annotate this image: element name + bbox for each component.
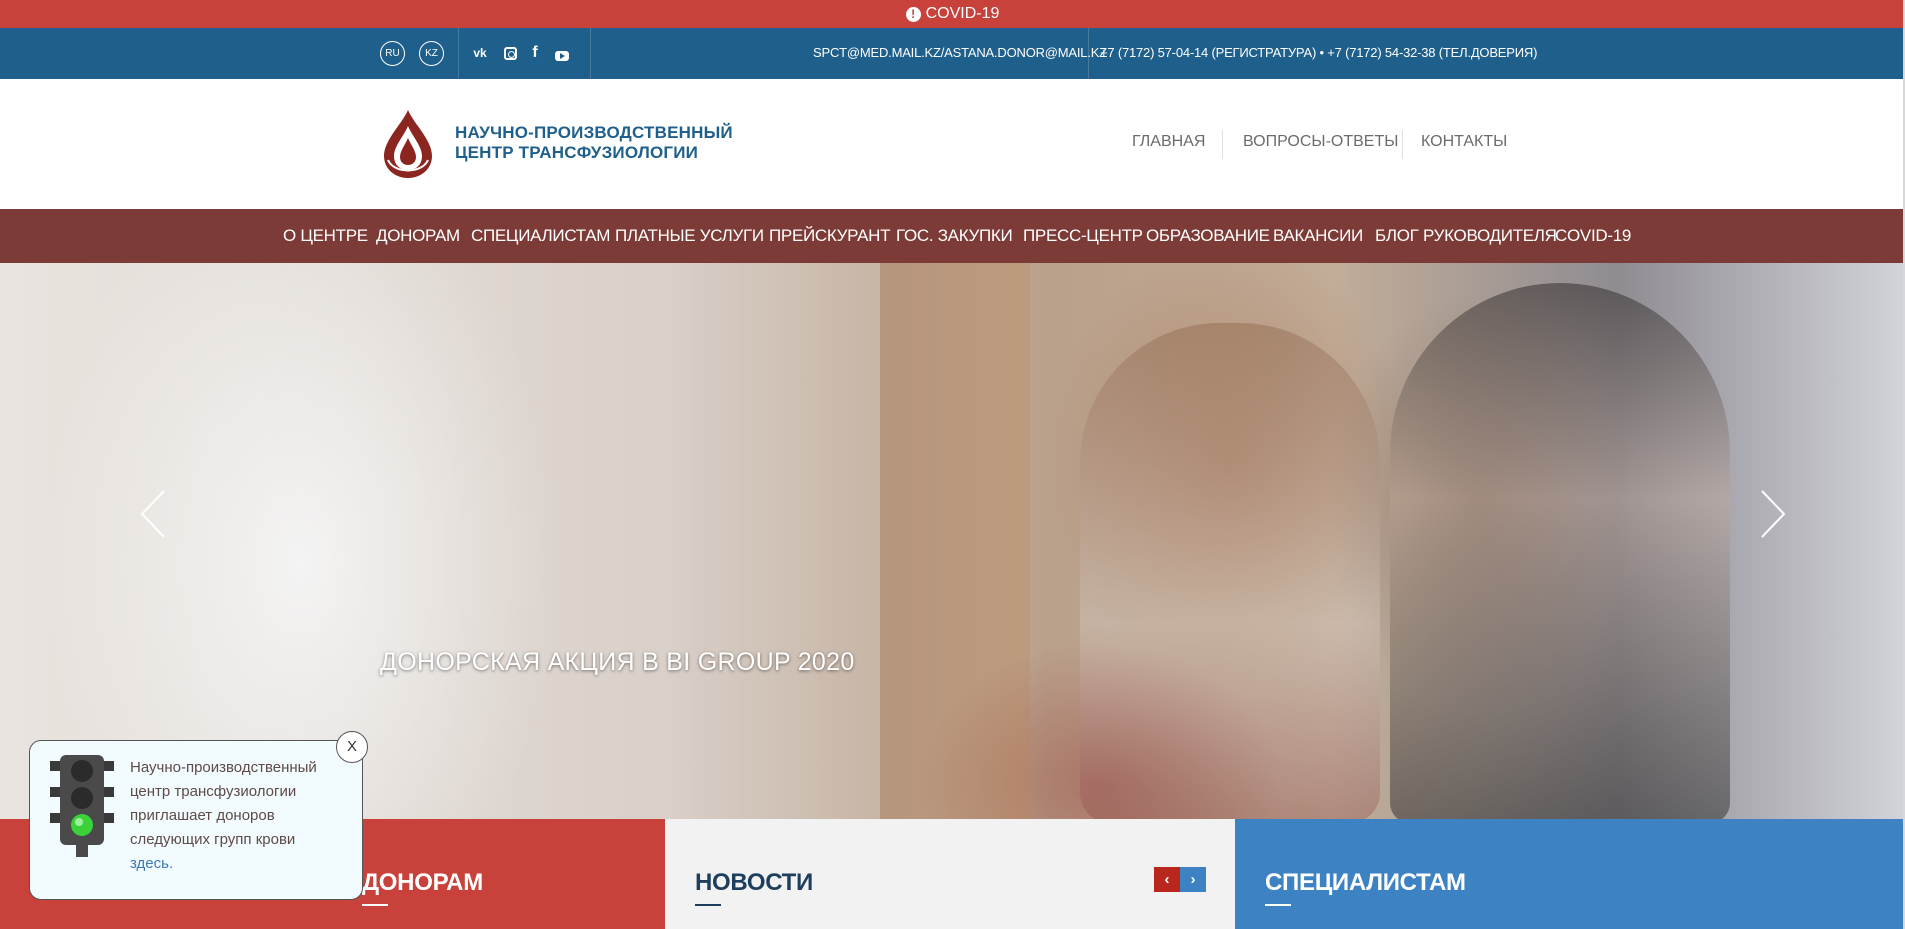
- alert-circle-icon: !: [905, 6, 921, 22]
- header-link-faq[interactable]: ВОПРОСЫ-ОТВЕТЫ: [1243, 133, 1398, 151]
- specialists-section-title[interactable]: СПЕЦИАЛИСТАМ: [1265, 869, 1466, 897]
- divider: [1402, 130, 1403, 159]
- hero-image-nurse: [1390, 283, 1730, 819]
- hero-caption[interactable]: ДОНОРСКАЯ АКЦИЯ В BI GROUP 2020: [380, 648, 855, 677]
- contact-email-link[interactable]: SPCT@MED.MAIL.KZ/ASTANA.DONOR@MAIL.KZ: [813, 45, 1107, 60]
- divider: [458, 28, 459, 79]
- donors-section-title[interactable]: ДОНОРАМ: [362, 869, 483, 897]
- blood-drop-logo-icon[interactable]: [380, 108, 436, 180]
- divider: [590, 28, 591, 79]
- instagram-icon[interactable]: [502, 44, 518, 62]
- nav-item-about[interactable]: О ЦЕНТРЕ: [283, 226, 368, 246]
- news-prev-button[interactable]: ‹: [1154, 867, 1180, 892]
- main-nav: О ЦЕНТРЕ ДОНОРАМ СПЕЦИАЛИСТАМ ПЛАТНЫЕ УС…: [0, 209, 1905, 263]
- nav-item-procurement[interactable]: ГОС. ЗАКУПКИ: [896, 226, 1013, 246]
- vk-icon[interactable]: vk: [470, 44, 490, 62]
- covid-banner-label: COVID-19: [925, 5, 1000, 22]
- title-underline: [1265, 904, 1291, 906]
- traffic-light-icon: [50, 755, 114, 857]
- language-kz-button[interactable]: KZ: [419, 41, 444, 66]
- news-next-button[interactable]: ›: [1180, 867, 1206, 892]
- contact-phones: +7 (7172) 57-04-14 (РЕГИСТРАТУРА) • +7 (…: [1100, 45, 1538, 60]
- divider: [1088, 28, 1089, 79]
- youtube-icon[interactable]: [553, 44, 571, 62]
- nav-item-pricelist[interactable]: ПРЕЙСКУРАНТ: [769, 226, 890, 246]
- logo-line-2: ЦЕНТР ТРАНСФУЗИОЛОГИИ: [455, 143, 699, 162]
- popup-close-button[interactable]: X: [336, 731, 368, 763]
- popup-message: Научно-производственный центр трансфузио…: [130, 756, 330, 876]
- site-header: [0, 79, 1905, 209]
- nav-item-covid[interactable]: COVID-19: [1555, 226, 1631, 246]
- nav-item-specialists[interactable]: СПЕЦИАЛИСТАМ: [471, 226, 610, 246]
- header-link-contacts[interactable]: КОНТАКТЫ: [1421, 133, 1507, 151]
- hero-image-donor: [1080, 323, 1380, 819]
- title-underline: [695, 904, 721, 906]
- covid-banner[interactable]: ! COVID-19: [0, 0, 1905, 28]
- nav-item-donors[interactable]: ДОНОРАМ: [376, 226, 460, 246]
- top-info-bar: RU KZ vk f SPCT@MED.MAIL.KZ/ASTANA.DONOR…: [0, 28, 1905, 79]
- nav-item-vacancies[interactable]: ВАКАНСИИ: [1273, 226, 1363, 246]
- facebook-icon[interactable]: f: [528, 44, 542, 62]
- logo-title[interactable]: НАУЧНО-ПРОИЗВОДСТВЕННЫЙ ЦЕНТР ТРАНСФУЗИО…: [455, 123, 733, 163]
- news-section: НОВОСТИ ‹ ›: [665, 819, 1235, 929]
- specialists-section[interactable]: СПЕЦИАЛИСТАМ: [1235, 819, 1905, 929]
- slider-next-icon[interactable]: [1760, 489, 1786, 539]
- popup-message-text: Научно-производственный центр трансфузио…: [130, 759, 317, 848]
- nav-item-paid-services[interactable]: ПЛАТНЫЕ УСЛУГИ: [615, 226, 764, 246]
- nav-item-education[interactable]: ОБРАЗОВАНИЕ: [1146, 226, 1270, 246]
- hero-slider[interactable]: ДОНОРСКАЯ АКЦИЯ В BI GROUP 2020: [0, 263, 1905, 819]
- language-ru-button[interactable]: RU: [380, 41, 405, 66]
- slider-prev-icon[interactable]: [140, 489, 166, 539]
- logo-line-1: НАУЧНО-ПРОИЗВОДСТВЕННЫЙ: [455, 123, 733, 142]
- news-section-title[interactable]: НОВОСТИ: [695, 869, 813, 897]
- nav-item-blog[interactable]: БЛОГ РУКОВОДИТЕЛЯ: [1375, 226, 1557, 246]
- nav-item-press-center[interactable]: ПРЕСС-ЦЕНТР: [1023, 226, 1143, 246]
- popup-here-link[interactable]: здесь.: [130, 855, 173, 872]
- header-link-home[interactable]: ГЛАВНАЯ: [1132, 133, 1205, 151]
- title-underline: [362, 904, 388, 906]
- divider: [1222, 130, 1223, 159]
- hero-image-background: [880, 263, 1030, 819]
